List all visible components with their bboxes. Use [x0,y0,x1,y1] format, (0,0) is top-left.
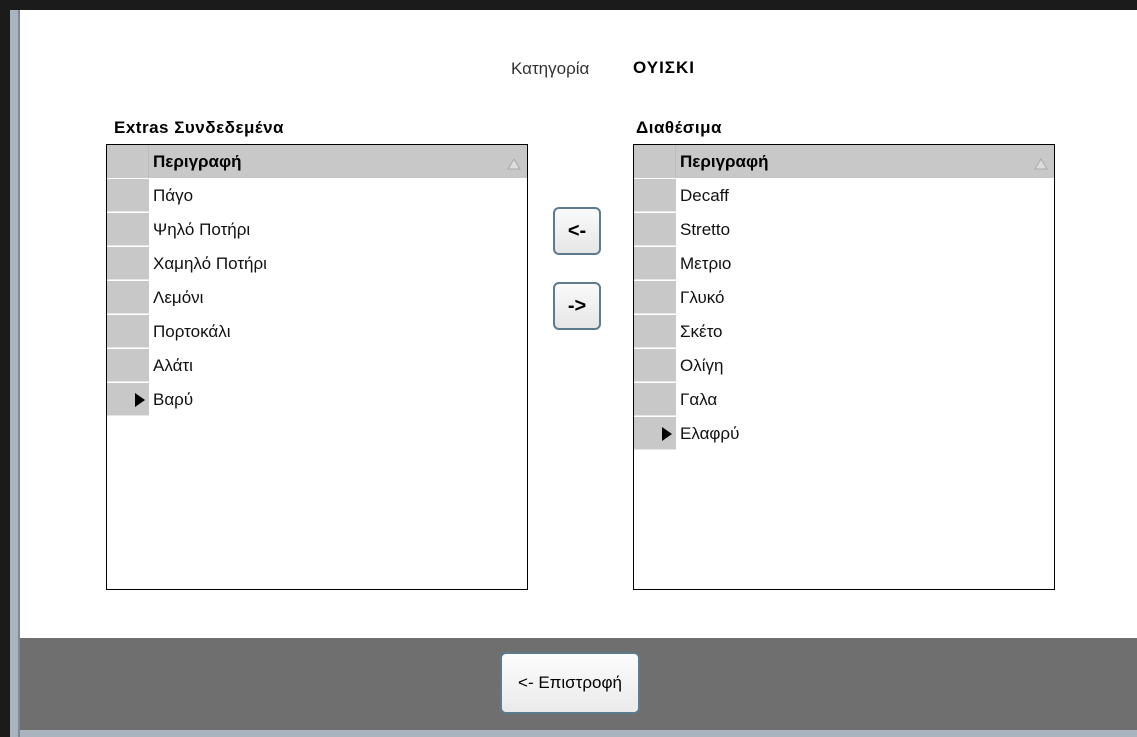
description-cell: Λεμόνι [153,288,204,307]
row-selector-header [634,145,676,178]
row-selector[interactable] [107,315,149,348]
grid-row[interactable]: Λεμόνι [107,281,527,315]
grid-row[interactable]: Βαρύ [107,383,527,417]
row-selector[interactable] [107,247,149,280]
row-selector[interactable] [634,281,676,314]
remove-extra-button[interactable]: -> [553,282,601,330]
row-selector[interactable] [634,213,676,246]
grid-row[interactable]: Stretto [634,213,1054,247]
sort-ascending-icon [1034,158,1048,170]
description-cell: Πάγο [153,186,194,205]
description-cell: Γλυκό [680,288,725,307]
grid-row[interactable]: Ψηλό Ποτήρι [107,213,527,247]
window-left-border [10,10,20,737]
back-button[interactable]: <- Επιστροφή [500,652,640,714]
category-label: Κατηγορία [511,59,590,78]
description-cell: Ελαφρύ [680,424,740,443]
available-extras-grid[interactable]: Περιγραφή Decaff Stretto Μετριο Γλυκό Σκέτο Ο… [633,144,1055,590]
description-cell: Γαλα [680,390,718,409]
row-selector[interactable] [107,383,149,416]
window-bottom-frame [20,730,1137,737]
grid-row[interactable]: Πορτοκάλι [107,315,527,349]
grid-row[interactable]: Γαλα [634,383,1054,417]
category-value: ΟΥΙΣΚΙ [633,58,696,77]
description-cell: Σκέτο [680,322,723,341]
grid-row[interactable]: Μετριο [634,247,1054,281]
add-extra-button[interactable]: <- [553,207,601,255]
grid-row[interactable]: Χαμηλό Ποτήρι [107,247,527,281]
row-selector[interactable] [634,179,676,212]
row-selector[interactable] [107,349,149,382]
description-cell: Stretto [680,220,731,239]
grid-row[interactable]: Σκέτο [634,315,1054,349]
description-cell: Decaff [680,186,729,205]
description-cell: Πορτοκάλι [153,322,231,341]
column-header-description[interactable]: Περιγραφή [149,145,527,178]
row-selector[interactable] [634,315,676,348]
linked-extras-title: Extras Συνδεδεμένα [114,118,284,137]
grid-row[interactable]: Ελαφρύ [634,417,1054,451]
column-header-label: Περιγραφή [680,152,769,171]
description-cell: Βαρύ [153,390,194,409]
current-row-pointer-icon [662,427,672,441]
grid-row[interactable]: Αλάτι [107,349,527,383]
description-cell: Χαμηλό Ποτήρι [153,254,267,273]
grid-header: Περιγραφή [107,145,527,179]
available-extras-title: Διαθέσιμα [636,118,722,137]
row-selector-header [107,145,149,178]
grid-row[interactable]: Πάγο [107,179,527,213]
row-selector[interactable] [634,247,676,280]
description-cell: Ψηλό Ποτήρι [153,220,251,239]
grid-row[interactable]: Decaff [634,179,1054,213]
row-selector[interactable] [634,349,676,382]
window-top-frame [0,0,1137,10]
grid-row[interactable]: Γλυκό [634,281,1054,315]
column-header-label: Περιγραφή [153,152,242,171]
grid-header: Περιγραφή [634,145,1054,179]
row-selector[interactable] [107,179,149,212]
linked-extras-grid[interactable]: Περιγραφή Πάγο Ψηλό Ποτήρι Χαμηλό Ποτήρι Λε… [106,144,528,590]
description-cell: Μετριο [680,254,732,273]
grid-row[interactable]: Ολίγη [634,349,1054,383]
description-cell: Αλάτι [153,356,193,375]
current-row-pointer-icon [135,393,145,407]
description-cell: Ολίγη [680,356,724,375]
row-selector[interactable] [107,281,149,314]
row-selector[interactable] [634,383,676,416]
row-selector[interactable] [107,213,149,246]
row-selector[interactable] [634,417,676,450]
column-header-description[interactable]: Περιγραφή [676,145,1054,178]
sort-ascending-icon [507,158,521,170]
window-left-frame [0,0,10,737]
